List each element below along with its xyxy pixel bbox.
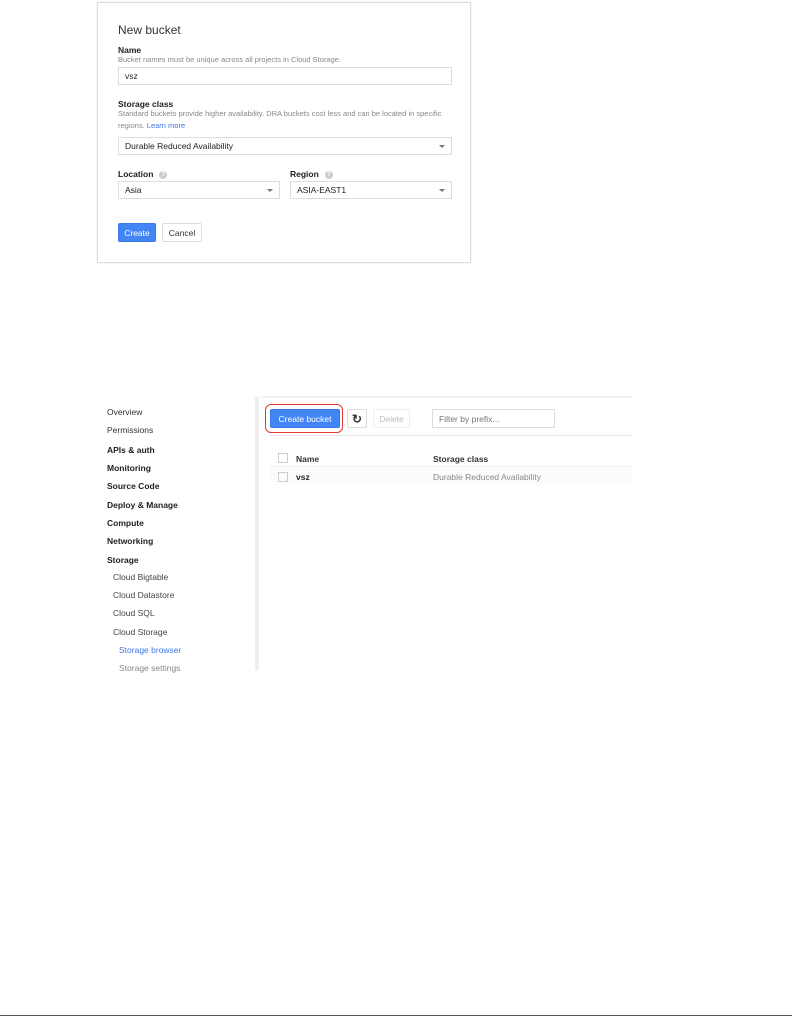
sidebar-item-permissions[interactable]: Permissions [107, 425, 153, 435]
region-label: Region? [290, 169, 333, 179]
dialog-title: New bucket [118, 23, 181, 37]
location-value: Asia [125, 185, 142, 195]
sidebar-item-compute[interactable]: Compute [107, 518, 144, 528]
sidebar-item-storage-settings[interactable]: Storage settings [119, 663, 180, 673]
page-bottom-line [0, 1015, 792, 1016]
bucket-storage-class: Durable Reduced Availability [433, 472, 542, 482]
name-hint: Bucket names must be unique across all p… [118, 55, 342, 64]
divider [270, 435, 632, 436]
region-select[interactable]: ASIA-EAST1 [290, 181, 452, 199]
sidebar-item-source-code[interactable]: Source Code [107, 481, 159, 491]
storage-class-value: Durable Reduced Availability [125, 141, 234, 151]
new-bucket-dialog: New bucket Name Bucket names must be uni… [97, 2, 471, 263]
region-label-text: Region [290, 169, 319, 179]
bucket-name-input[interactable]: vsz [118, 67, 452, 85]
row-checkbox[interactable] [278, 472, 288, 482]
dropdown-caret-icon [439, 145, 445, 148]
help-icon[interactable]: ? [324, 170, 333, 179]
header-name[interactable]: Name [296, 454, 319, 464]
sidebar-item-cloud-datastore[interactable]: Cloud Datastore [113, 590, 174, 600]
header-storage-class[interactable]: Storage class [433, 454, 488, 464]
sidebar-item-storage[interactable]: Storage [107, 555, 139, 565]
location-label: Location? [118, 169, 168, 179]
dropdown-caret-icon [267, 189, 273, 192]
table-row[interactable]: vsz Durable Reduced Availability [270, 466, 632, 486]
sidebar-item-deploy-manage[interactable]: Deploy & Manage [107, 500, 178, 510]
create-bucket-button[interactable]: Create bucket [270, 409, 340, 428]
cancel-button[interactable]: Cancel [162, 223, 202, 242]
learn-more-link[interactable]: Learn more [147, 121, 185, 130]
refresh-icon[interactable]: ↻ [347, 409, 367, 428]
sidebar-item-overview[interactable]: Overview [107, 407, 142, 417]
help-icon[interactable]: ? [159, 170, 168, 179]
bucket-name-link[interactable]: vsz [296, 472, 310, 482]
storage-class-select[interactable]: Durable Reduced Availability [118, 137, 452, 155]
sidebar-item-monitoring[interactable]: Monitoring [107, 463, 151, 473]
delete-button[interactable]: Delete [373, 409, 410, 428]
filter-input[interactable] [432, 409, 555, 428]
dropdown-caret-icon [439, 189, 445, 192]
location-label-text: Location [118, 169, 154, 179]
storage-browser: Create bucket ↻ Delete Name Storage clas… [262, 396, 632, 672]
sidebar-item-storage-browser[interactable]: Storage browser [119, 645, 181, 655]
location-select[interactable]: Asia [118, 181, 280, 199]
sidebar-item-networking[interactable]: Networking [107, 536, 153, 546]
sidebar-item-apis-auth[interactable]: APIs & auth [107, 445, 155, 455]
sidebar: Overview Permissions APIs & auth Monitoring… [97, 397, 259, 673]
sidebar-item-cloud-bigtable[interactable]: Cloud Bigtable [113, 572, 168, 582]
region-value: ASIA-EAST1 [297, 185, 347, 195]
sidebar-item-cloud-sql[interactable]: Cloud SQL [113, 608, 155, 618]
storage-class-hint: Standard buckets provide higher availabi… [118, 108, 458, 132]
select-all-checkbox[interactable] [278, 453, 288, 463]
create-button[interactable]: Create [118, 223, 156, 242]
sidebar-item-cloud-storage[interactable]: Cloud Storage [113, 627, 167, 637]
